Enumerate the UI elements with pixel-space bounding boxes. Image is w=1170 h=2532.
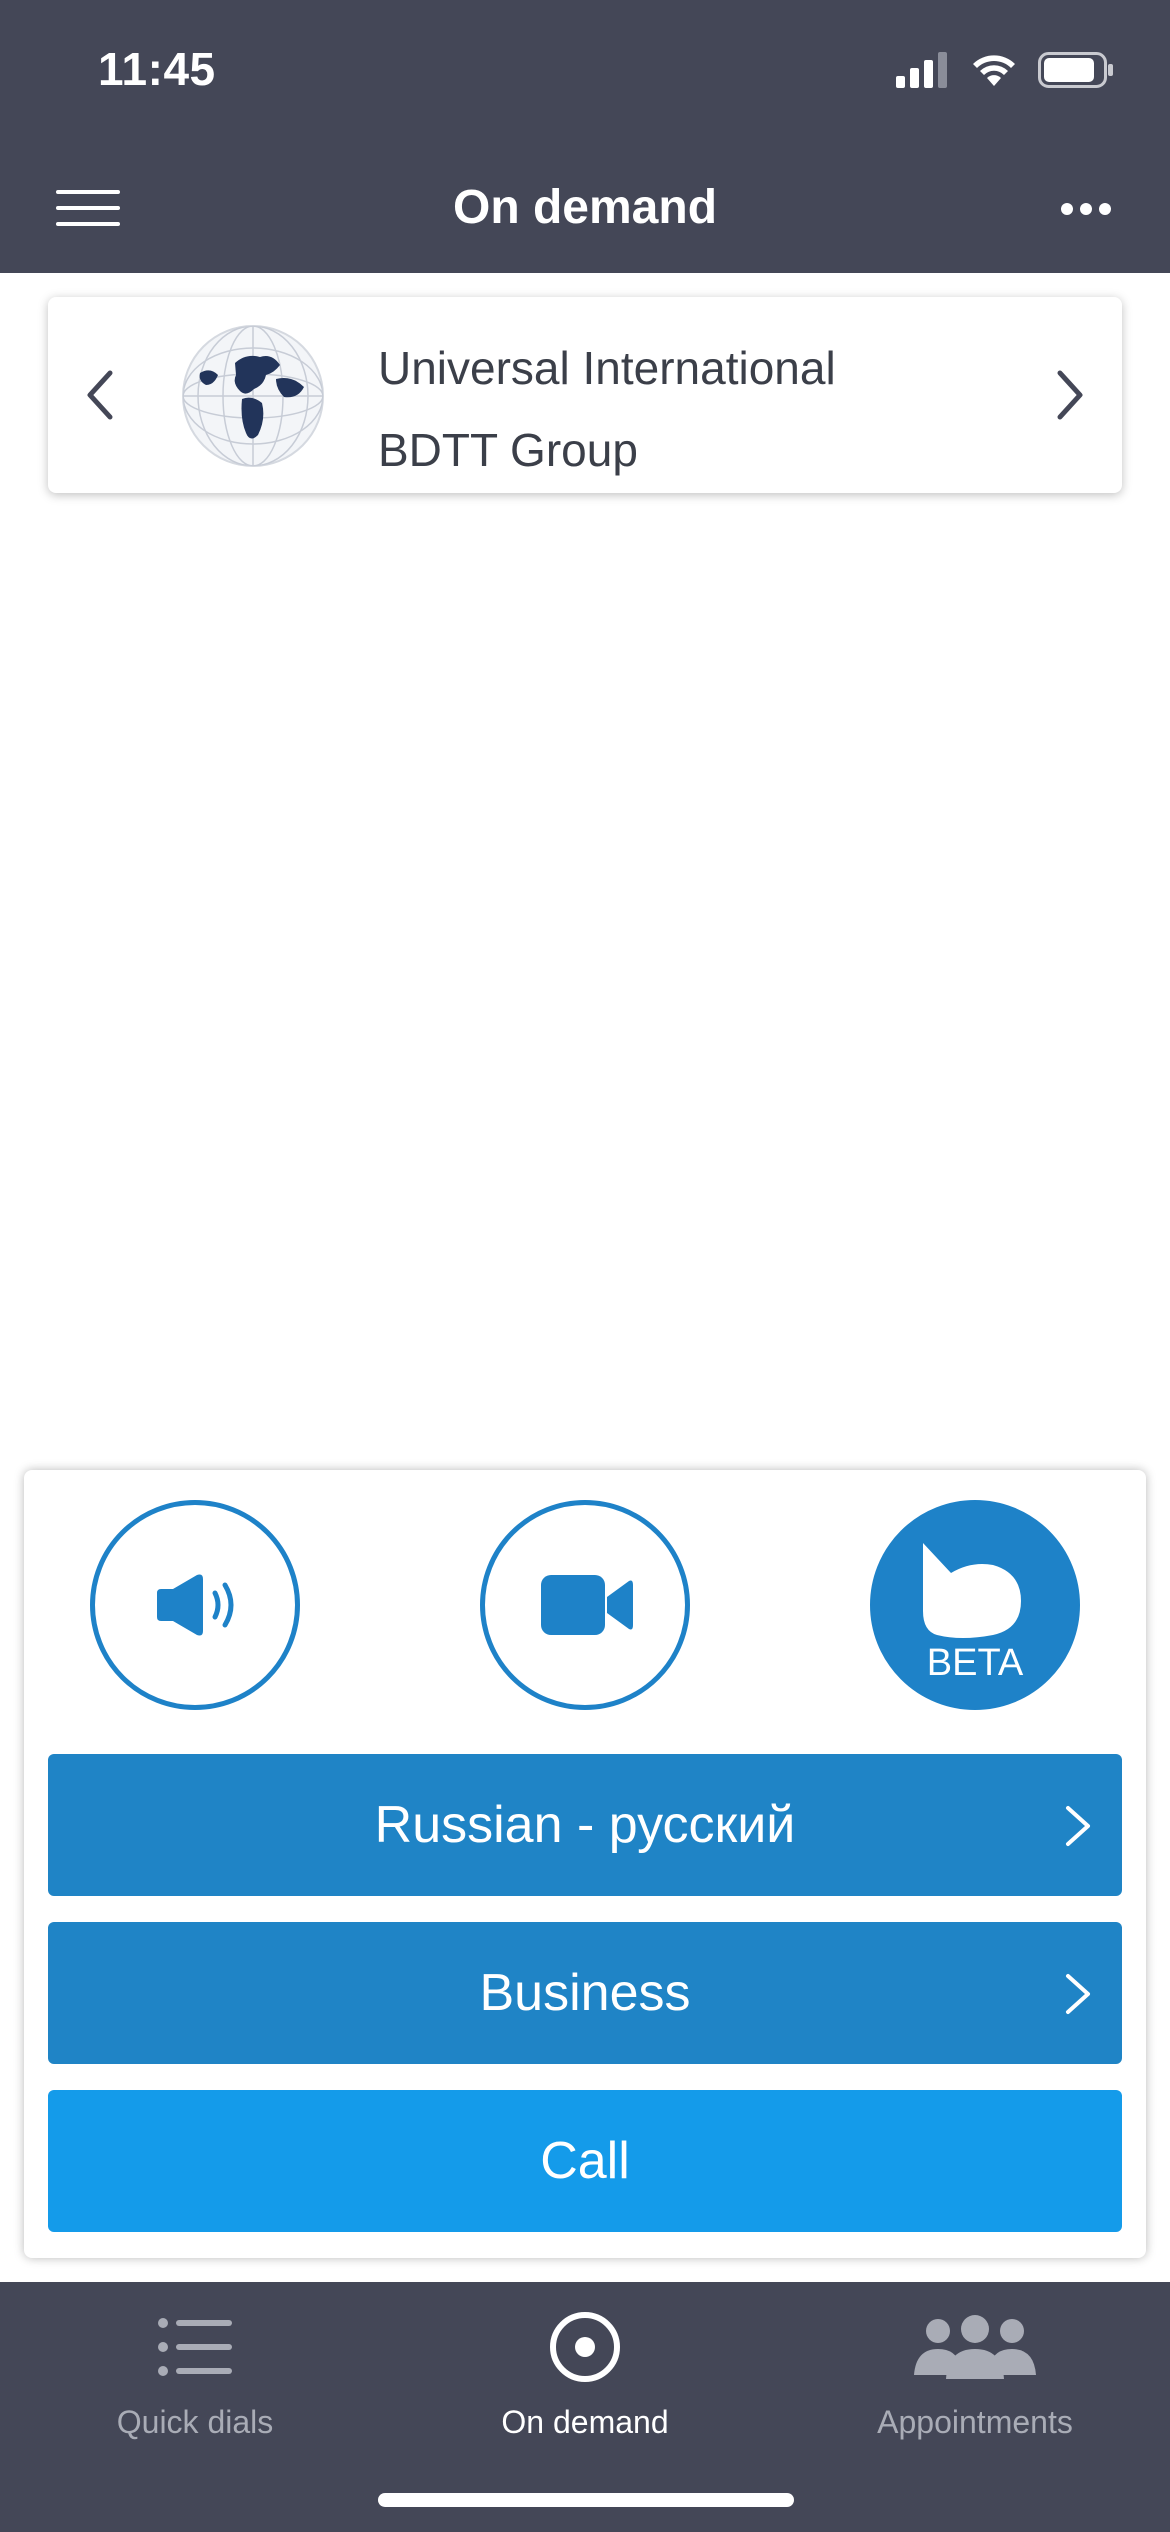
- chevron-right-icon: [1066, 1974, 1090, 2014]
- list-icon: [158, 2318, 232, 2376]
- beta-label: BETA: [926, 1642, 1024, 1684]
- status-icons: [896, 52, 1114, 88]
- call-button[interactable]: Call: [48, 2090, 1122, 2232]
- page-title: On demand: [452, 181, 718, 234]
- tab-label: Appointments: [877, 2404, 1073, 2440]
- home-indicator: [378, 2493, 794, 2507]
- chevron-left-icon[interactable]: [84, 369, 116, 421]
- category-selector-button[interactable]: Business: [48, 1922, 1122, 2064]
- call-button-label: Call: [540, 2132, 630, 2190]
- signal-icon: [896, 52, 947, 88]
- more-options-icon[interactable]: [1060, 202, 1112, 216]
- target-icon: [550, 2312, 620, 2382]
- people-icon: [914, 2315, 1036, 2379]
- organization-name-line2: BDTT Group: [378, 424, 638, 476]
- tab-on-demand[interactable]: On demand: [390, 2282, 780, 2462]
- video-camera-icon: [541, 1575, 633, 1635]
- organization-name-line1: Universal International: [378, 342, 836, 394]
- chat-bubble-icon: [923, 1543, 1021, 1638]
- tab-quick-dials[interactable]: Quick dials: [0, 2282, 390, 2462]
- call-options-panel: BETA Russian - русский Business Call: [24, 1470, 1146, 2258]
- navigation-bar: On demand: [0, 140, 1170, 273]
- organization-name: Universal International BDTT Group: [378, 327, 836, 491]
- category-label: Business: [479, 1964, 691, 2022]
- chevron-right-icon[interactable]: [1054, 369, 1086, 421]
- battery-icon: [1038, 52, 1113, 88]
- audio-call-button[interactable]: [90, 1500, 300, 1710]
- chat-beta-button[interactable]: BETA: [870, 1500, 1080, 1710]
- tab-appointments[interactable]: Appointments: [780, 2282, 1170, 2462]
- tab-label: On demand: [501, 2404, 669, 2440]
- chevron-right-icon: [1066, 1806, 1090, 1846]
- language-selector-button[interactable]: Russian - русский: [48, 1754, 1122, 1896]
- status-time: 11:45: [98, 43, 216, 95]
- wifi-icon: [973, 55, 1015, 86]
- tab-label: Quick dials: [116, 2404, 274, 2440]
- organization-selector-card: Universal International BDTT Group: [48, 297, 1122, 493]
- language-label: Russian - русский: [374, 1796, 796, 1854]
- speaker-icon: [157, 1574, 234, 1636]
- video-call-button[interactable]: [480, 1500, 690, 1710]
- globe-logo-icon: [182, 325, 324, 467]
- status-bar: 11:45: [0, 0, 1170, 140]
